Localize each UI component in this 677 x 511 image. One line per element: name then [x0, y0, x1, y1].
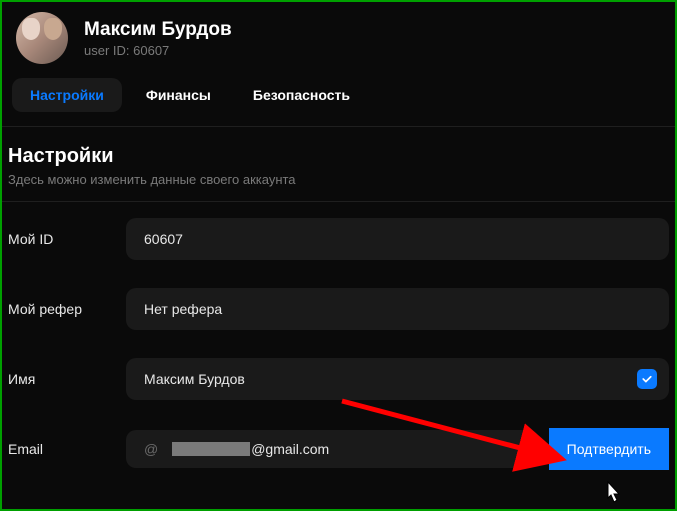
row-email: Email @ @gmail.com Подтвердить — [8, 416, 669, 482]
tab-finance[interactable]: Финансы — [128, 78, 229, 112]
value-my-id: 60607 — [144, 231, 183, 247]
user-name: Максим Бурдов — [84, 19, 232, 41]
settings-form: Мой ID 60607 Мой рефер Нет рефера Имя Ма… — [2, 202, 675, 482]
tabs: Настройки Финансы Безопасность — [2, 70, 675, 126]
email-domain: @gmail.com — [251, 441, 329, 457]
tab-settings[interactable]: Настройки — [12, 78, 122, 112]
check-icon — [637, 369, 657, 389]
confirm-button[interactable]: Подтвердить — [549, 428, 669, 470]
label-referrer: Мой рефер — [8, 301, 126, 317]
field-my-id[interactable]: 60607 — [126, 218, 669, 260]
tab-security[interactable]: Безопасность — [235, 78, 368, 112]
page-subtitle: Здесь можно изменить данные своего аккау… — [8, 172, 669, 187]
row-name: Имя Максим Бурдов — [8, 346, 669, 412]
value-name: Максим Бурдов — [144, 371, 245, 387]
profile-header: Максим Бурдов user ID: 60607 — [2, 2, 675, 70]
value-referrer: Нет рефера — [144, 301, 222, 317]
label-email: Email — [8, 441, 126, 457]
page-title: Настройки — [8, 145, 669, 168]
avatar[interactable] — [16, 12, 68, 64]
field-referrer[interactable]: Нет рефера — [126, 288, 669, 330]
row-my-id: Мой ID 60607 — [8, 206, 669, 272]
email-redacted — [172, 442, 250, 456]
row-referrer: Мой рефер Нет рефера — [8, 276, 669, 342]
user-id: user ID: 60607 — [84, 43, 232, 58]
at-icon: @ — [144, 441, 158, 457]
label-name: Имя — [8, 371, 126, 387]
field-email[interactable]: @ @gmail.com — [126, 430, 539, 468]
section-header: Настройки Здесь можно изменить данные св… — [2, 127, 675, 201]
label-my-id: Мой ID — [8, 231, 126, 247]
field-name[interactable]: Максим Бурдов — [126, 358, 669, 400]
cursor-icon — [602, 480, 622, 506]
